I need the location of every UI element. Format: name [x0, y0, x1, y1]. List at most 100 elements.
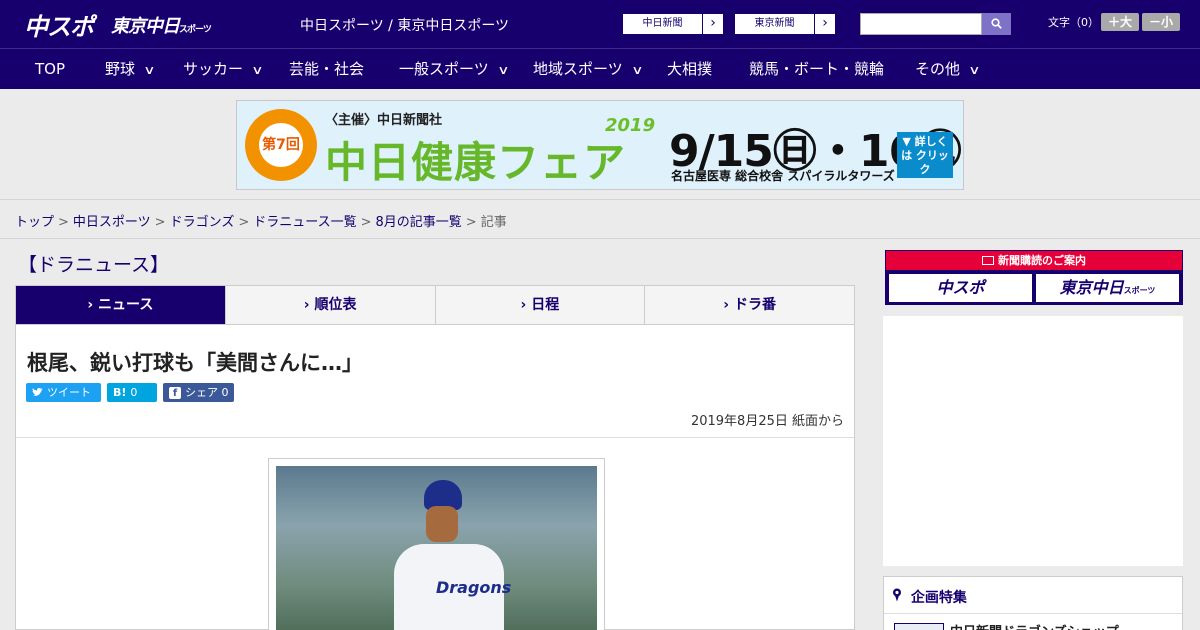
main-nav: TOP 野球 ∨ サッカー ∨ 芸能・社会 一般スポーツ ∨ 地域スポーツ ∨ 大相撲 … [0, 48, 1200, 89]
font-size-down-button[interactable]: －小 [1142, 13, 1180, 31]
tokyo-shimbun-button[interactable]: 東京新聞 › [734, 13, 836, 35]
hatena-icon: B! [113, 386, 127, 399]
tab-standings[interactable]: › 順位表 [226, 286, 436, 324]
tokyo-chunichi-logo[interactable]: 東京中日スポーツ [111, 12, 212, 38]
article-photo-frame: Dragons [268, 458, 605, 630]
tab-beat-reporter[interactable]: › ドラ番 [645, 286, 854, 324]
nav-label: サッカー [183, 60, 244, 78]
pin-icon [892, 588, 907, 606]
banner-click-button[interactable]: ▼ 詳しくは クリック [897, 132, 953, 178]
chevron-down-icon: ∨ [630, 63, 644, 77]
jersey-logo: Dragons [436, 578, 512, 597]
nav-item-soccer[interactable]: サッカー ∨ [183, 49, 264, 89]
chevron-right-icon: › [303, 297, 310, 313]
breadcrumb-separator: > [58, 215, 69, 230]
nav-item-other[interactable]: その他 ∨ [915, 49, 981, 89]
nav-label: 地域スポーツ [533, 60, 623, 78]
site-links[interactable]: 中日スポーツ / 東京中日スポーツ [300, 15, 509, 35]
nav-item-regional-sports[interactable]: 地域スポーツ ∨ [533, 49, 644, 89]
top-header: 中スポ 東京中日スポーツ 中日スポーツ / 東京中日スポーツ 中日新聞 › 東京… [0, 0, 1200, 48]
breadcrumb-august-list[interactable]: 8月の記事一覧 [376, 215, 462, 230]
tweet-button[interactable]: ツイート [26, 383, 101, 402]
banner-host: 〈主催〉中日新聞社 [325, 113, 443, 128]
divider [16, 437, 854, 438]
subscription-heading: 新聞購読のご案内 [886, 251, 1182, 270]
subscription-heading-label: 新聞購読のご案内 [998, 254, 1086, 267]
divider [0, 238, 1200, 239]
feature-item-link[interactable]: 中日新聞ドラゴンズショップ [950, 621, 1119, 630]
font-size-label: 文字（0） [1048, 16, 1099, 29]
subscribe-tokyo-chunichi-button[interactable]: 東京中日スポーツ [1036, 274, 1179, 302]
font-size-up-button[interactable]: ＋大 [1101, 13, 1139, 31]
nav-item-sumo[interactable]: 大相撲 [667, 49, 712, 89]
search-icon [991, 18, 1002, 29]
tab-label: 日程 [531, 297, 560, 313]
tab-label: 順位表 [314, 297, 357, 313]
search-button[interactable] [982, 13, 1011, 35]
breadcrumb-top[interactable]: トップ [15, 215, 54, 230]
breadcrumb-dragons[interactable]: ドラゴンズ [170, 215, 235, 230]
nav-item-top[interactable]: TOP [35, 49, 65, 89]
divider [0, 199, 1200, 200]
nav-label: 芸能・社会 [289, 60, 365, 78]
breadcrumb-current: 記事 [480, 215, 507, 230]
search-input[interactable] [860, 13, 982, 35]
subscribe-tokyo-small: スポーツ [1123, 286, 1156, 295]
feature-heading: 企画特集 [892, 587, 967, 607]
chevron-right-icon: › [822, 15, 828, 31]
banner-title: 中日健康フェア [325, 138, 627, 187]
nav-item-racing[interactable]: 競馬・ボート・競輪 [749, 49, 884, 89]
breadcrumb-separator: > [154, 215, 166, 230]
tab-news[interactable]: › ニュース [16, 286, 226, 332]
health-fair-banner[interactable]: 第7回 〈主催〉中日新聞社 中日健康フェア 2019 9/15㊐・16㊗ 名古屋… [236, 100, 964, 190]
section-title: 【ドラニュース】 [18, 254, 170, 276]
feature-box: 企画特集 中日新聞ドラゴンズショップ [883, 576, 1183, 630]
hatena-bookmark-button[interactable]: B! 0 [107, 383, 157, 402]
breadcrumb: トップ > 中日スポーツ > ドラゴンズ > ドラニュース一覧 >8月の記事一覧 > 記事 [15, 211, 507, 230]
breadcrumb-separator: > [465, 215, 477, 230]
nav-label: 競馬・ボート・競輪 [749, 60, 885, 78]
subscription-box: 新聞購読のご案内 中スポ 東京中日スポーツ [885, 250, 1183, 305]
chevron-down-icon: ∨ [251, 63, 264, 77]
nav-item-entertainment[interactable]: 芸能・社会 [289, 49, 364, 89]
breadcrumb-separator: > [360, 215, 372, 230]
article-photo[interactable]: Dragons [276, 466, 597, 630]
chunichi-shimbun-label: 中日新聞 [623, 14, 703, 34]
newspaper-icon [982, 256, 994, 265]
breadcrumb-dra-news-list[interactable]: ドラニュース一覧 [253, 215, 356, 230]
breadcrumb-separator: > [238, 215, 250, 230]
nav-label: 野球 [105, 60, 136, 78]
twitter-bird-icon [32, 387, 43, 396]
tab-label: ニュース [98, 297, 154, 313]
face-shape [426, 506, 458, 542]
nav-item-general-sports[interactable]: 一般スポーツ ∨ [399, 49, 509, 89]
tab-label: ドラ番 [733, 297, 776, 313]
nav-item-baseball[interactable]: 野球 ∨ [105, 49, 156, 89]
breadcrumb-chunichi-sports[interactable]: 中日スポーツ [73, 215, 151, 230]
chevron-down-icon: ∨ [968, 63, 981, 77]
banner-year: 2019 [605, 115, 656, 136]
subscribe-tokyo-label: 東京中日 [1059, 278, 1124, 297]
nav-label: 大相撲 [667, 60, 713, 78]
chevron-down-icon: ∨ [143, 63, 156, 77]
tab-schedule[interactable]: › 日程 [436, 286, 646, 324]
feature-thumbnail[interactable] [894, 623, 944, 630]
facebook-label: シェア 0 [185, 386, 229, 399]
article-card: 根尾、鋭い打球も「美間さんに…」 ツイート B! 0 f シェア 0 2019年8月… [15, 324, 855, 630]
tokyo-logo-text: 東京中日 [111, 16, 180, 37]
nav-label: TOP [35, 60, 66, 78]
article-date: 2019年8月25日 紙面から [690, 414, 844, 429]
chuspo-logo[interactable]: 中スポ [24, 7, 94, 42]
badge-label: 第7回 [259, 123, 303, 167]
chevron-right-icon: › [710, 15, 716, 31]
tokyo-logo-small: スポーツ [179, 25, 212, 35]
chevron-right-icon: › [520, 297, 527, 313]
banner-venue: 名古屋医専 総合校舎 スパイラルタワーズ [671, 169, 895, 183]
subscribe-chuspo-button[interactable]: 中スポ [889, 274, 1032, 302]
chevron-right-icon: › [87, 297, 94, 313]
nav-label: その他 [915, 60, 961, 78]
feature-title: 企画特集 [910, 590, 967, 606]
divider [884, 613, 1182, 614]
facebook-share-button[interactable]: f シェア 0 [163, 383, 234, 402]
chunichi-shimbun-button[interactable]: 中日新聞 › [622, 13, 724, 35]
